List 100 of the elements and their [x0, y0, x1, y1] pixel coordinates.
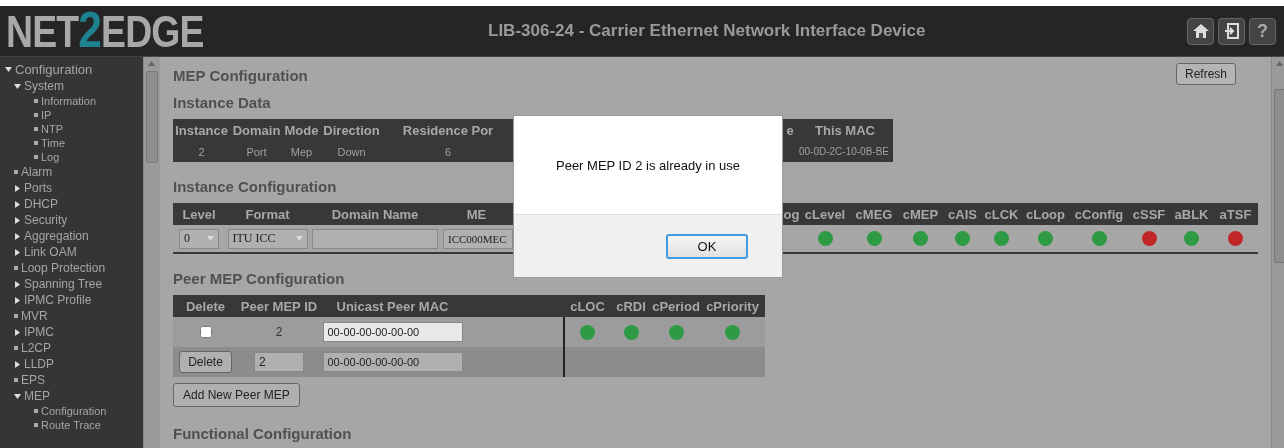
column-header: cConfig — [1070, 203, 1128, 225]
column-header: cSSF — [1128, 203, 1170, 225]
nav-item[interactable]: Security — [14, 212, 143, 228]
column-header: cRDI — [610, 295, 652, 317]
delete-button[interactable]: Delete — [179, 351, 232, 373]
column-header: Unicast Peer MAC — [320, 295, 465, 317]
nav-item[interactable]: Route Trace — [34, 418, 143, 432]
nav-label: Security — [24, 213, 68, 227]
nav-item[interactable]: Configuration — [34, 404, 143, 418]
column-header: Level — [173, 203, 225, 225]
table-cell: 6 — [383, 141, 513, 162]
nav-item[interactable]: LLDP — [14, 356, 143, 372]
nav-item[interactable]: IP — [34, 108, 143, 122]
nav-item[interactable]: Ports — [14, 180, 143, 196]
refresh-button[interactable]: Refresh — [1175, 63, 1236, 85]
nav-label: Information — [41, 95, 97, 107]
column-header: Domain — [230, 119, 283, 141]
nav-label: MEP — [24, 389, 50, 403]
section-title: Functional Configuration — [173, 425, 352, 442]
dialog-message: Peer MEP ID 2 is already in use — [555, 156, 741, 175]
column-header: og — [783, 203, 800, 225]
meg-id-field[interactable]: ICC000MEC — [443, 228, 513, 249]
nav-item[interactable]: NTP — [34, 122, 143, 136]
nav-item[interactable]: Log — [34, 150, 143, 164]
section-title: Instance Data — [173, 94, 271, 111]
page-title: LIB-306-24 - Carrier Ethernet Network Interface Device — [488, 21, 927, 41]
table-cell: 00-0D-2C-10-0B-BE — [797, 141, 893, 162]
column-header: cAIS — [943, 203, 982, 225]
ok-button[interactable]: OK — [666, 233, 748, 259]
nav-item[interactable]: Link OAM — [14, 244, 143, 260]
mac-field[interactable]: 00-00-00-00-00-00 — [322, 322, 463, 342]
nav-label: IPMC Profile — [24, 293, 92, 307]
column-header: Delete — [173, 295, 238, 317]
table-cell: Port — [230, 141, 283, 162]
column-header: cLevel — [800, 203, 850, 225]
nav-label: Alarm — [21, 165, 53, 179]
column-header: Format — [225, 203, 310, 225]
add-peer-button[interactable]: Add New Peer MEP — [173, 383, 300, 407]
table-cell: 2 — [173, 141, 230, 162]
column-header: cLOC — [565, 295, 610, 317]
column-header: cPeriod — [652, 295, 700, 317]
nav-item[interactable]: IPMC — [14, 324, 143, 340]
nav-label: Aggregation — [24, 229, 89, 243]
nav-item[interactable]: Information — [34, 94, 143, 108]
nav-item[interactable]: IPMC Profile — [14, 292, 143, 308]
column-header: e — [783, 119, 797, 141]
nav-label: IP — [41, 109, 52, 121]
nav-label: Link OAM — [24, 245, 77, 259]
section-title: Peer MEP Configuration — [173, 270, 345, 287]
nav-item[interactable]: Configuration — [5, 61, 143, 78]
nav-label: Loop Protection — [21, 261, 106, 275]
column-header: cMEG — [850, 203, 898, 225]
nav-label: DHCP — [24, 197, 58, 211]
table-cell: Down — [320, 141, 383, 162]
nav-label: Log — [41, 151, 60, 163]
nav-label: L2CP — [21, 341, 52, 355]
column-header: cMEP — [898, 203, 943, 225]
nav-item[interactable]: MVR — [14, 308, 143, 324]
nav-item[interactable]: MEP — [14, 388, 143, 404]
column-header: This MAC — [797, 119, 893, 141]
column-header: ME — [440, 203, 513, 225]
nav-item[interactable]: Aggregation — [14, 228, 143, 244]
level-dropdown[interactable]: 0 — [179, 228, 219, 249]
peer-mep-id-field[interactable]: 2 — [254, 352, 304, 372]
table-cell: 2 — [238, 317, 320, 347]
nav-item[interactable]: Alarm — [14, 164, 143, 180]
nav-label: IPMC — [24, 325, 54, 339]
format-dropdown[interactable]: ITU ICC — [227, 228, 308, 249]
column-header: Instance — [173, 119, 230, 141]
mac-field[interactable]: 00-00-00-00-00-00 — [322, 352, 463, 372]
nav-item[interactable]: EPS — [14, 372, 143, 388]
column-header: Mode — [283, 119, 320, 141]
column-header: Direction — [320, 119, 383, 141]
nav-item[interactable]: L2CP — [14, 340, 143, 356]
nav-label: Time — [41, 137, 66, 149]
column-header: cLCK — [982, 203, 1021, 225]
column-header: Domain Name — [310, 203, 440, 225]
column-header: Peer MEP ID — [238, 295, 320, 317]
nav-label: System — [24, 79, 64, 93]
nav-item[interactable]: System — [14, 78, 143, 94]
nav-label: LLDP — [24, 357, 55, 371]
column-header: cPriority — [700, 295, 765, 317]
help-button[interactable]: ? — [1249, 17, 1276, 45]
nav-label: Spanning Tree — [24, 277, 103, 291]
nav-item[interactable]: Spanning Tree — [14, 276, 143, 292]
nav-item[interactable]: Time — [34, 136, 143, 150]
nav-item[interactable]: Loop Protection — [14, 260, 143, 276]
nav-label: Route Trace — [41, 419, 101, 431]
nav-label: Configuration — [41, 405, 107, 417]
table-cell: Mep — [283, 141, 320, 162]
nav-label: Ports — [24, 181, 52, 195]
nav-label: Configuration — [15, 62, 93, 77]
nav-label: EPS — [21, 373, 45, 387]
column-header: aBLK — [1170, 203, 1213, 225]
section-title: Instance Configuration — [173, 178, 337, 195]
logo: NET2EDGE — [6, 5, 205, 57]
column-header: Residence Por — [383, 119, 513, 141]
column-header: aTSF — [1213, 203, 1258, 225]
nav-item[interactable]: DHCP — [14, 196, 143, 212]
column-header: cLoop — [1021, 203, 1070, 225]
